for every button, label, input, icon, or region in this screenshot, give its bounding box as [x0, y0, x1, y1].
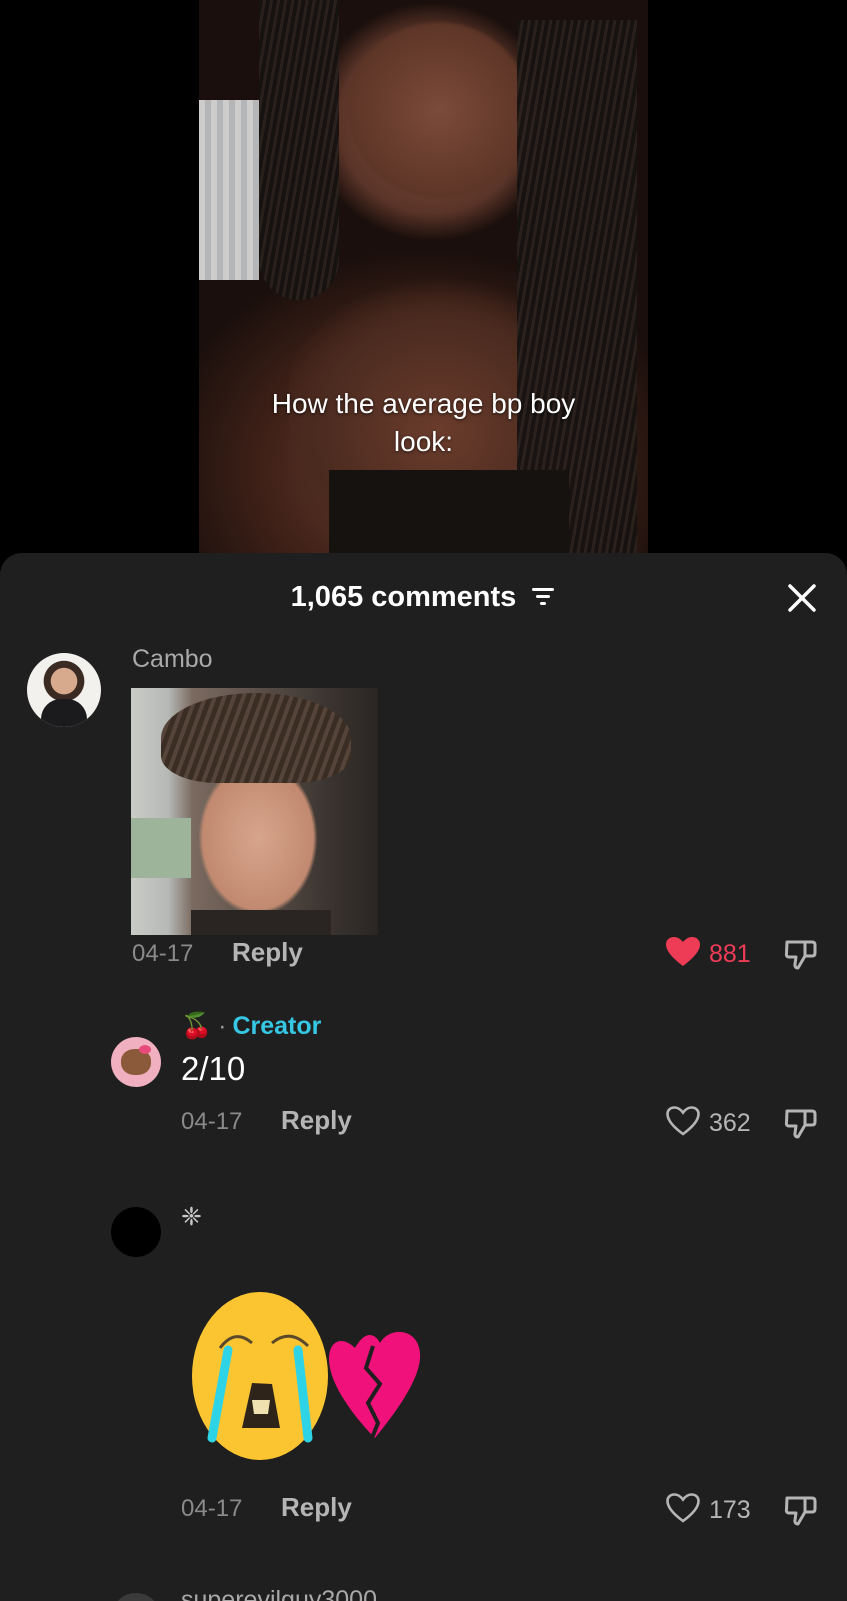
avatar[interactable] [27, 653, 101, 727]
background-window [199, 100, 259, 280]
comment-username[interactable]: ❈ [181, 1202, 202, 1232]
video-caption: How the average bp boy look: [271, 388, 576, 457]
dislike-icon[interactable] [783, 936, 819, 977]
creator-username-line[interactable]: 🍒 · Creator [181, 1012, 321, 1041]
comment-image[interactable] [131, 688, 378, 935]
like-count: 362 [709, 1109, 751, 1137]
comments-header: 1,065 comments [0, 581, 847, 615]
comment-date: 04-17 [181, 1495, 243, 1522]
comment-date: 04-17 [132, 940, 194, 967]
username-emoji: 🍒 [181, 1012, 213, 1040]
reply-button[interactable]: Reply [232, 937, 303, 968]
video-clothing [329, 470, 569, 553]
like-count: 881 [709, 940, 751, 968]
avatar[interactable] [111, 1593, 161, 1601]
video-hair-left [259, 0, 339, 300]
comment-date: 04-17 [181, 1108, 243, 1135]
creator-badge: Creator [232, 1012, 322, 1040]
reply-button[interactable]: Reply [281, 1105, 352, 1136]
separator-dot: · [218, 1012, 227, 1040]
like-button[interactable]: 362 [665, 1105, 751, 1142]
like-count: 173 [709, 1496, 751, 1524]
sort-filter-icon[interactable] [530, 582, 556, 615]
comments-count-title: 1,065 comments [290, 581, 517, 613]
reply-button[interactable]: Reply [281, 1492, 352, 1523]
heart-outline-icon [665, 1492, 701, 1529]
video-player[interactable]: How the average bp boy look: [199, 0, 648, 553]
dislike-icon[interactable] [783, 1492, 819, 1533]
avatar[interactable] [111, 1207, 161, 1257]
like-button[interactable]: 173 [665, 1492, 751, 1529]
sticker-crying-emoji[interactable] [190, 1288, 440, 1463]
comment-username[interactable]: Cambo [132, 645, 213, 674]
comment-username[interactable]: superevilguy3000 [181, 1586, 377, 1601]
heart-outline-icon [665, 1105, 701, 1142]
close-icon[interactable] [785, 581, 819, 615]
like-button[interactable]: 881 [665, 936, 751, 973]
heart-filled-icon [665, 936, 701, 973]
comment-text: 2/10 [181, 1050, 246, 1087]
dislike-icon[interactable] [783, 1105, 819, 1146]
comments-sheet: 1,065 comments Cambo 04-17 Reply 881 🍒 ·… [0, 553, 847, 1601]
avatar[interactable] [111, 1037, 161, 1087]
